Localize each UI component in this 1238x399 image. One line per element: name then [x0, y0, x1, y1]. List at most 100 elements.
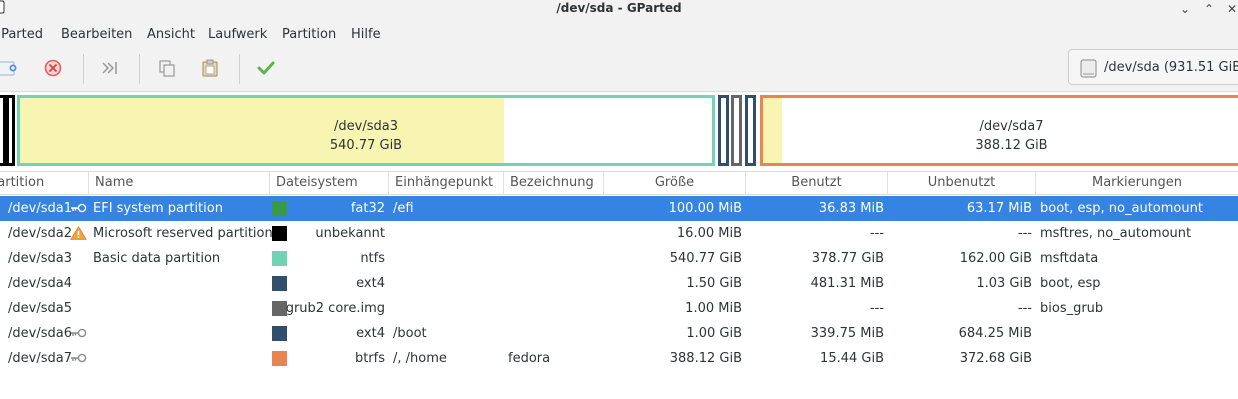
column-groesse[interactable]: Größe [604, 172, 746, 194]
cell-dateisystem: unbekannt [315, 226, 385, 241]
cell-markierungen: boot, esp [1040, 276, 1101, 291]
cell-unbenutzt: 1.03 GiB [976, 276, 1032, 291]
cell-groesse: 100.00 MiB [668, 201, 742, 216]
toolbar: /dev/sda (931.51 GiB) [0, 46, 1238, 92]
partition-block-sda3[interactable]: /dev/sda3 540.77 GiB [17, 95, 715, 166]
cell-partition: /dev/sda7 [8, 351, 72, 366]
cell-einhaengepunkt: /, /home [393, 351, 447, 366]
column-markierungen[interactable]: Markierungen [1036, 172, 1238, 194]
cell-markierungen: bios_grub [1040, 301, 1104, 316]
cell-groesse: 388.12 GiB [669, 351, 742, 366]
minimize-icon[interactable]: ⌄ [1177, 1, 1193, 17]
cell-benutzt: --- [869, 301, 884, 316]
table-row[interactable]: /dev/sda1 EFI system partition fat32/efi 10… [0, 196, 1238, 221]
cell-name: EFI system partition [93, 201, 223, 216]
cell-groesse: 1.00 MiB [685, 301, 742, 316]
column-unbenutzt[interactable]: Unbenutzt [888, 172, 1036, 194]
table-row[interactable]: /dev/sda4 ext4 1.50 GiB 481.31 MiB 1.03 GiB b… [0, 271, 1238, 296]
cell-benutzt: 481.31 MiB [810, 276, 884, 291]
cell-groesse: 1.00 GiB [686, 326, 742, 341]
cell-groesse: 16.00 MiB [676, 226, 742, 241]
column-name[interactable]: Name [89, 172, 270, 194]
cell-unbenutzt: --- [1017, 301, 1032, 316]
partition-size: 388.12 GiB [975, 138, 1048, 153]
paste-icon[interactable] [198, 56, 222, 80]
warning-icon [70, 226, 87, 240]
key-icon [70, 351, 87, 365]
cell-dateisystem: ext4 [356, 276, 385, 291]
hard-disk-icon [1080, 59, 1097, 78]
table-row[interactable]: /dev/sda5 grub2 core.img 1.00 MiB --- --- bio… [0, 296, 1238, 321]
partition-block-sda5[interactable] [731, 95, 742, 166]
cell-markierungen: msftres, no_automount [1040, 226, 1192, 241]
cell-dateisystem: btrfs [354, 351, 385, 366]
copy-icon[interactable] [155, 56, 179, 80]
cell-bezeichnung: fedora [508, 351, 551, 366]
cell-dateisystem: ntfs [360, 251, 385, 266]
menu-bearbeiten[interactable]: Bearbeiten [61, 26, 132, 43]
apply-checkmark-icon[interactable] [254, 56, 278, 80]
disk-graphic: /dev/sda3 540.77 GiB /dev/sda7 388.12 Gi… [0, 92, 1238, 170]
column-partition[interactable]: Partition [0, 172, 89, 194]
maximize-icon[interactable]: ⌃ [1201, 1, 1217, 17]
cell-einhaengepunkt: /boot [393, 326, 427, 341]
cell-benutzt: --- [869, 226, 884, 241]
table-row[interactable]: /dev/sda7 btrfs /, /home fedora 388.12 GiB 15… [0, 346, 1238, 371]
cell-groesse: 1.50 GiB [686, 276, 742, 291]
menu-partition[interactable]: Partition [282, 26, 336, 43]
column-einhaengepunkt[interactable]: Einhängepunkt [389, 172, 504, 194]
partition-size: 540.77 GiB [329, 138, 403, 153]
key-icon [70, 326, 87, 340]
key-icon [70, 201, 87, 215]
table-row[interactable]: /dev/sda3 Basic data partition ntfs 540.77 … [0, 246, 1238, 271]
cell-name: Basic data partition [93, 251, 221, 266]
column-benutzt[interactable]: Benutzt [746, 172, 888, 194]
partition-block-sda2[interactable] [6, 95, 15, 166]
partition-label: /dev/sda7 388.12 GiB [763, 117, 1238, 155]
cell-partition: /dev/sda4 [8, 276, 72, 291]
menu-hilfe[interactable]: Hilfe [351, 26, 381, 43]
toolbar-separator [239, 54, 240, 84]
title-bar: /dev/sda - GParted ⌄ ⌃ ✕ [0, 0, 1238, 22]
cell-unbenutzt: 63.17 MiB [966, 201, 1032, 216]
column-dateisystem[interactable]: Dateisystem [270, 172, 389, 194]
partition-label: /dev/sda3 540.77 GiB [20, 117, 712, 155]
cell-benutzt: 378.77 GiB [811, 251, 884, 266]
toolbar-separator [83, 54, 84, 84]
cell-partition: /dev/sda6 [8, 326, 72, 341]
cell-einhaengepunkt: /efi [393, 201, 414, 216]
cell-partition: /dev/sda5 [8, 301, 72, 316]
cell-benutzt: 36.83 MiB [818, 201, 884, 216]
menu-laufwerk[interactable]: Laufwerk [208, 26, 267, 43]
table-row[interactable]: /dev/sda2 Microsoft reserved partition unb… [0, 221, 1238, 246]
cell-benutzt: 339.75 MiB [810, 326, 884, 341]
menu-ansicht[interactable]: Ansicht [147, 26, 195, 43]
new-partition-icon[interactable] [0, 56, 24, 80]
cell-dateisystem: grub2 core.img [285, 301, 385, 316]
partition-block-sda4[interactable] [718, 95, 729, 166]
partition-block-sda7[interactable]: /dev/sda7 388.12 GiB [760, 95, 1238, 166]
cell-markierungen: msftdata [1040, 251, 1099, 266]
cell-unbenutzt: --- [1017, 226, 1032, 241]
table-row[interactable]: /dev/sda6 ext4/boot 1.00 GiB 339.75 MiB 684.… [0, 321, 1238, 346]
cell-unbenutzt: 372.68 GiB [959, 351, 1032, 366]
cell-partition: /dev/sda2 [8, 226, 72, 241]
cell-unbenutzt: 162.00 GiB [959, 251, 1032, 266]
menu-gparted[interactable]: GParted [0, 26, 43, 43]
delete-icon[interactable] [41, 56, 65, 80]
partition-name: /dev/sda7 [979, 119, 1044, 134]
column-bezeichnung[interactable]: Bezeichnung [504, 172, 604, 194]
cell-dateisystem: fat32 [350, 201, 385, 216]
toolbar-separator [139, 54, 140, 84]
menu-bar: GParted Bearbeiten Ansicht Laufwerk Part… [0, 22, 1238, 46]
cell-partition: /dev/sda3 [8, 251, 72, 266]
device-selector[interactable]: /dev/sda (931.51 GiB) [1068, 49, 1238, 85]
cell-partition: /dev/sda1 [8, 201, 72, 216]
cell-dateisystem: ext4 [356, 326, 385, 341]
cell-groesse: 540.77 GiB [669, 251, 742, 266]
cell-unbenutzt: 684.25 MiB [958, 326, 1032, 341]
cell-benutzt: 15.44 GiB [820, 351, 884, 366]
partition-block-sda6[interactable] [745, 95, 756, 166]
resize-move-icon[interactable] [98, 56, 122, 80]
close-window-icon[interactable]: ✕ [1224, 1, 1238, 17]
